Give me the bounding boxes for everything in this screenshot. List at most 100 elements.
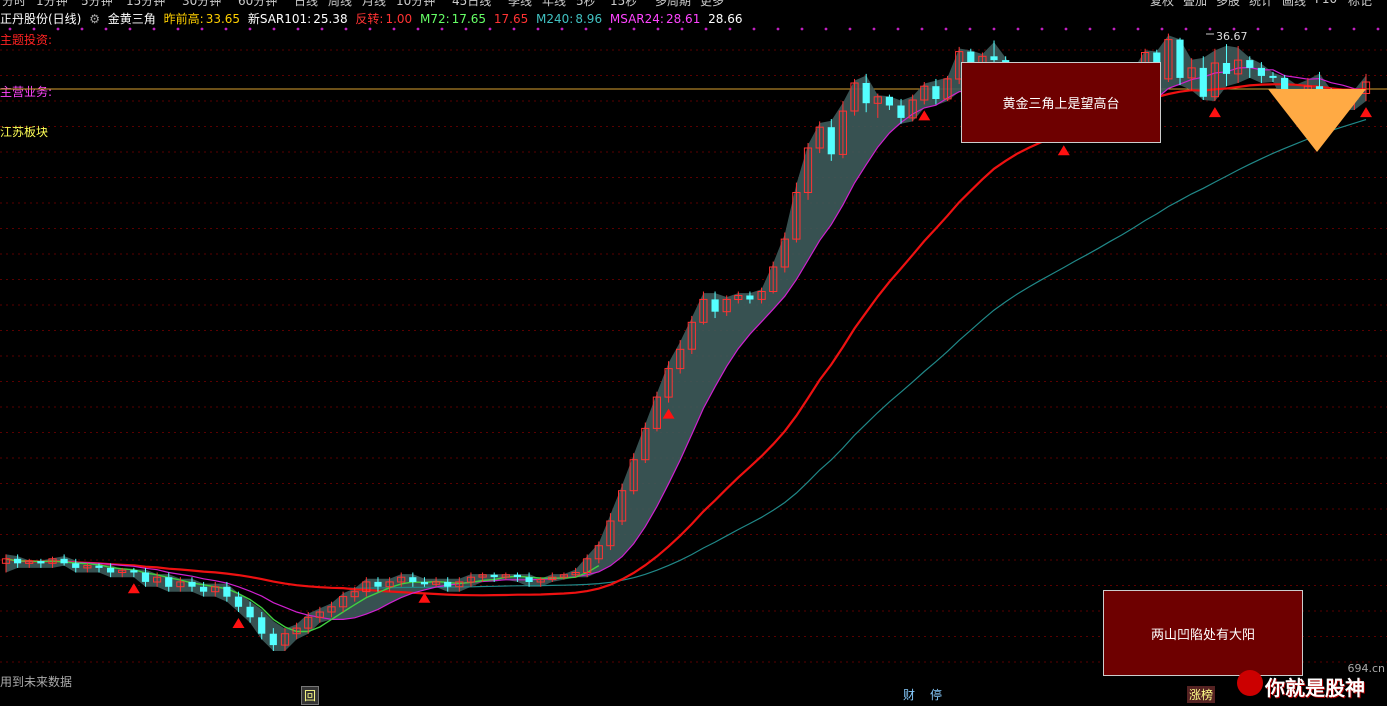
- candle-body[interactable]: [1199, 67, 1207, 97]
- candle-body[interactable]: [37, 561, 45, 564]
- dot-marker: [1376, 27, 1380, 31]
- dot-marker: [368, 27, 372, 31]
- dot-marker: [416, 27, 420, 31]
- candle-body[interactable]: [420, 581, 429, 585]
- candle-body[interactable]: [490, 574, 498, 578]
- golden-triangle-note: 黄金三角上是望高台: [961, 62, 1161, 143]
- dot-marker: [296, 27, 300, 31]
- candle-body[interactable]: [374, 581, 382, 587]
- dot-marker: [104, 27, 108, 31]
- dot-marker: [200, 27, 204, 31]
- dot-marker: [896, 27, 900, 31]
- candle-body[interactable]: [885, 96, 893, 106]
- dot-marker: [1280, 27, 1284, 31]
- dot-marker: [776, 27, 780, 31]
- dot-marker: [800, 27, 804, 31]
- candle-body[interactable]: [525, 577, 533, 582]
- candle-body[interactable]: [107, 567, 115, 573]
- dot-marker: [656, 27, 660, 31]
- dot-marker: [1016, 27, 1020, 31]
- dot-marker: [464, 27, 468, 31]
- buy-signal-icon: [232, 617, 245, 628]
- dot-marker: [248, 27, 252, 31]
- candle-body[interactable]: [223, 586, 231, 597]
- watermark-logo: 694.cn 你就是股神: [1237, 662, 1387, 706]
- candle-body[interactable]: [246, 606, 254, 618]
- dot-marker: [1088, 27, 1092, 31]
- candle-body[interactable]: [711, 299, 719, 312]
- candle-body[interactable]: [827, 127, 835, 155]
- dot-marker: [440, 27, 444, 31]
- candle-body[interactable]: [72, 563, 80, 568]
- dot-marker: [1328, 27, 1332, 31]
- candle-body[interactable]: [990, 56, 998, 61]
- dot-marker: [512, 27, 516, 31]
- candle-body[interactable]: [60, 558, 68, 564]
- dot-marker: [224, 27, 228, 31]
- signal-markers: [127, 107, 1372, 628]
- candle-body[interactable]: [188, 581, 196, 587]
- dot-marker: [944, 27, 948, 31]
- dot-marker: [752, 27, 756, 31]
- dot-marker: [560, 27, 564, 31]
- candle-body[interactable]: [234, 596, 243, 607]
- dot-marker: [1184, 27, 1188, 31]
- candle-body[interactable]: [444, 581, 452, 587]
- candle-body[interactable]: [141, 572, 150, 582]
- dot-marker: [56, 27, 60, 31]
- dot-marker: [1208, 27, 1212, 31]
- dot-marker: [728, 27, 732, 31]
- candle-body[interactable]: [932, 86, 940, 99]
- dot-marker: [272, 27, 276, 31]
- candle-body[interactable]: [862, 83, 870, 104]
- dot-marker: [1160, 27, 1164, 31]
- candle-body[interactable]: [1269, 75, 1277, 78]
- high-marker-label: 36.67: [1216, 30, 1248, 43]
- dot-marker: [128, 27, 132, 31]
- buy-signal-icon: [127, 583, 140, 594]
- dot-marker: [344, 27, 348, 31]
- dot-marker: [872, 27, 876, 31]
- dot-marker: [80, 27, 84, 31]
- dot-marker: [1040, 27, 1044, 31]
- candle-body[interactable]: [746, 295, 754, 300]
- watermark-icon: [1237, 670, 1263, 696]
- dot-marker: [1136, 27, 1140, 31]
- candle-body[interactable]: [165, 577, 173, 587]
- dot-marker: [1304, 27, 1308, 31]
- future-data-note: 用到未来数据: [0, 675, 73, 689]
- candle-body[interactable]: [409, 577, 417, 582]
- dot-marker: [1064, 27, 1068, 31]
- dot-marker: [608, 27, 612, 31]
- candle-body[interactable]: [513, 574, 521, 578]
- dot-marker: [848, 27, 852, 31]
- dot-marker: [920, 27, 924, 31]
- dot-marker: [704, 27, 708, 31]
- dot-marker: [824, 27, 828, 31]
- tag-ting: 停: [930, 688, 943, 702]
- dot-marker: [32, 27, 36, 31]
- dot-marker: [176, 27, 180, 31]
- dot-marker: [320, 27, 324, 31]
- candle-body[interactable]: [269, 633, 277, 646]
- dot-marker: [152, 27, 156, 31]
- dot-marker: [1112, 27, 1116, 31]
- candle-body[interactable]: [1176, 39, 1184, 78]
- candle-body[interactable]: [130, 570, 138, 573]
- candle-body[interactable]: [95, 565, 103, 568]
- buy-signal-icon: [1208, 107, 1221, 118]
- candle-body[interactable]: [200, 586, 208, 592]
- dot-marker: [680, 27, 684, 31]
- candle-body[interactable]: [1257, 67, 1265, 76]
- tag-cai: 财: [903, 688, 916, 702]
- candle-body[interactable]: [14, 558, 22, 564]
- candle-body[interactable]: [897, 105, 905, 118]
- gold-triangle-icon: [1268, 89, 1366, 152]
- candle-body[interactable]: [1222, 63, 1231, 74]
- dot-marker: [8, 27, 12, 31]
- dot-marker: [968, 27, 972, 31]
- candle-body[interactable]: [1246, 60, 1254, 68]
- buy-signal-icon: [1057, 145, 1070, 156]
- candle-body[interactable]: [258, 617, 266, 634]
- dot-marker: [1256, 27, 1260, 31]
